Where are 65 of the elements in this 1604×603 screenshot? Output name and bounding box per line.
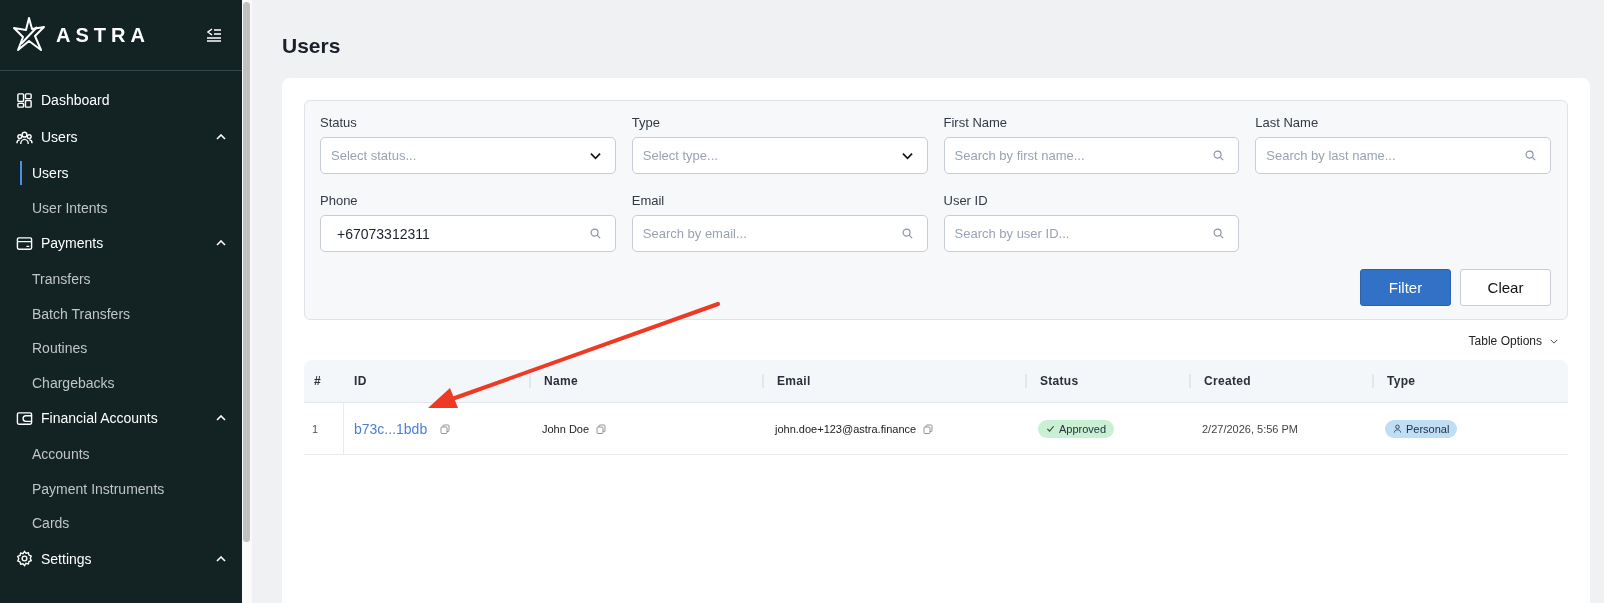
- table-options-button[interactable]: Table Options: [1468, 330, 1558, 352]
- field-label: Email: [631, 193, 666, 208]
- field-label: First Name: [943, 115, 1009, 130]
- card-icon: [16, 234, 33, 252]
- user-id-link[interactable]: b73c...1bdb: [354, 420, 428, 437]
- sidebar-subitem[interactable]: Batch Transfers: [20, 301, 131, 326]
- person-icon: [1393, 424, 1402, 433]
- sidebar-subitem[interactable]: Users: [20, 161, 69, 185]
- table-cell: John Doe: [542, 422, 590, 435]
- sidebar-item[interactable]: Dashboard: [16, 87, 226, 113]
- logo-text: ASTRA: [56, 23, 150, 47]
- search-icon: [1213, 150, 1225, 161]
- sidebar-subitem[interactable]: Accounts: [20, 442, 90, 466]
- chevron-icon[interactable]: [216, 415, 226, 421]
- field-label: Status: [320, 115, 358, 130]
- chevron-icon[interactable]: [216, 240, 226, 246]
- column-header: Type: [1372, 374, 1568, 388]
- column-header: Status: [1025, 374, 1189, 388]
- collapse-sidebar-icon[interactable]: [206, 28, 222, 42]
- chevron-down-icon: [1550, 338, 1558, 344]
- clear-button[interactable]: Clear: [1460, 269, 1551, 306]
- search-field[interactable]: +67073312311: [320, 215, 616, 252]
- chevron-icon[interactable]: [216, 134, 226, 140]
- sidebar-item[interactable]: Users: [16, 124, 226, 150]
- table-cell: john.doe+123@astra.finance: [775, 422, 917, 435]
- copy-icon[interactable]: [923, 423, 934, 434]
- sidebar-subitem[interactable]: Routines: [20, 336, 88, 360]
- chevron-down-icon: [589, 151, 601, 160]
- sidebar-subitem[interactable]: Chargebacks: [20, 370, 115, 395]
- column-header: Email: [762, 374, 1025, 388]
- copy-icon[interactable]: [440, 423, 451, 434]
- sidebar-subitem[interactable]: User Intents: [20, 195, 108, 220]
- column-header: #: [313, 374, 322, 388]
- sidebar-item[interactable]: Financial Accounts: [16, 405, 226, 431]
- sidebar-item[interactable]: Settings: [16, 545, 226, 572]
- scrollbar-thumb[interactable]: [243, 2, 250, 542]
- field-label: Phone: [320, 193, 359, 208]
- column-header: Created: [1189, 374, 1372, 388]
- search-icon: [1213, 228, 1225, 239]
- sidebar-subitem[interactable]: Cards: [20, 511, 70, 535]
- field-label: User ID: [943, 193, 989, 208]
- dashboard-icon: [16, 91, 33, 109]
- chevron-down-icon: [901, 151, 913, 160]
- field-label: Last Name: [1255, 115, 1320, 130]
- sidebar-item[interactable]: Payments: [16, 230, 226, 256]
- table-cell: 1: [304, 403, 344, 454]
- table-cell-text: 2/27/2026, 5:56 PM: [1201, 421, 1299, 437]
- sidebar-subitem[interactable]: Transfers: [20, 267, 91, 291]
- search-icon: [1525, 150, 1536, 161]
- chevron-icon[interactable]: [216, 555, 226, 562]
- type-badge: Personal: [1385, 419, 1458, 438]
- sidebar-subitem[interactable]: Payment Instruments: [20, 476, 165, 501]
- field-label: Type: [631, 115, 661, 130]
- page-title: Users: [282, 34, 342, 59]
- column-header: ID: [353, 374, 368, 388]
- search-icon: [589, 228, 601, 239]
- star-logo-icon: [12, 17, 46, 53]
- check-icon: [1046, 424, 1055, 433]
- filter-button[interactable]: Filter: [1360, 269, 1451, 306]
- copy-icon[interactable]: [596, 423, 607, 434]
- column-header: Name: [529, 374, 762, 388]
- status-badge: Approved: [1038, 419, 1115, 438]
- settings-icon: [16, 550, 33, 567]
- wallet-icon: [16, 409, 33, 427]
- search-icon: [901, 228, 913, 239]
